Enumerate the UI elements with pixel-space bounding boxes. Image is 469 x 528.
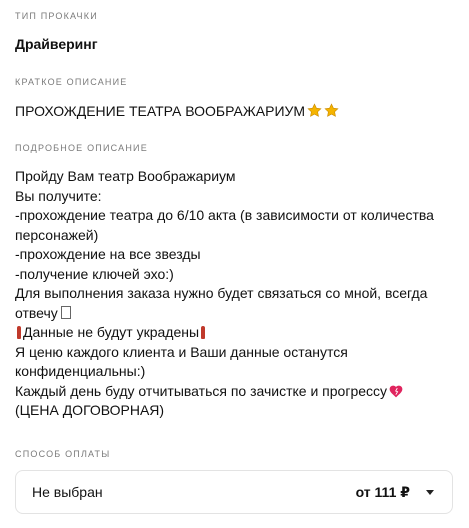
star-icon [324, 103, 339, 117]
description-line: Пройду Вам театр Воображариум [15, 168, 236, 184]
payment-method-select[interactable]: Не выбран от 111 ₽ [15, 470, 453, 514]
description-line: персонажей) [15, 226, 99, 243]
boost-type-value: Драйверинг [15, 36, 98, 52]
description-line: -прохождение на все звезды [15, 246, 201, 262]
description-line: конфиденциальны:) [15, 363, 146, 379]
short-description-value: ПРОХОЖДЕНИЕ ТЕАТРА ВООБРАЖАРИУМ [15, 102, 454, 120]
full-description-text: Пройду Вам театр Воображариум Вы получит… [15, 167, 454, 421]
payment-selected-value: Не выбран [32, 484, 103, 500]
exclamation-icon [17, 326, 21, 339]
description-line: (ЦЕНА ДОГОВОРНАЯ) [15, 402, 165, 418]
boost-type-label: ТИП ПРОКАЧКИ [15, 11, 98, 21]
description-line: Я ценю каждого клиента и Ваши данные ост… [15, 343, 348, 360]
description-line: -получение ключей эхо:) [15, 265, 174, 282]
payment-section: СПОСОБ ОПЛАТЫ [15, 448, 454, 460]
exclamation-icon [201, 326, 206, 339]
description-line-text: Данные не будут украдены [23, 324, 200, 340]
payment-label: СПОСОБ ОПЛАТЫ [15, 449, 111, 459]
full-description-section: ПОДРОБНОЕ ОПИСАНИЕ Пройду Вам театр Вооб… [15, 142, 454, 421]
missing-glyph-icon [60, 305, 71, 319]
short-description-label: КРАТКОЕ ОПИСАНИЕ [15, 77, 128, 87]
description-line: Для выполнения заказа нужно будет связат… [15, 285, 428, 301]
full-description-label: ПОДРОБНОЕ ОПИСАНИЕ [15, 143, 148, 153]
price-value: от 111 ₽ [355, 483, 410, 500]
description-line-with-icon: отвечу [15, 304, 454, 324]
star-icon [307, 103, 322, 117]
description-line-with-icon: Каждый день буду отчитываться по зачистк… [15, 382, 454, 402]
short-description-text: ПРОХОЖДЕНИЕ ТЕАТРА ВООБРАЖАРИУМ [15, 103, 306, 119]
description-line: Вы получите: [15, 187, 102, 204]
chevron-down-icon[interactable] [426, 489, 434, 495]
description-line: -прохождение театра до 6/10 акта (в зави… [15, 207, 434, 223]
description-line-text: Каждый день буду отчитываться по зачистк… [15, 382, 388, 399]
description-line-with-icons: Данные не будут украдены [15, 323, 454, 343]
heart-icon [389, 385, 403, 397]
boost-type-section: ТИП ПРОКАЧКИ Драйверинг [15, 10, 454, 53]
description-line-text: отвечу [15, 304, 58, 321]
short-description-section: КРАТКОЕ ОПИСАНИЕ ПРОХОЖДЕНИЕ ТЕАТРА ВООБ… [15, 76, 454, 120]
